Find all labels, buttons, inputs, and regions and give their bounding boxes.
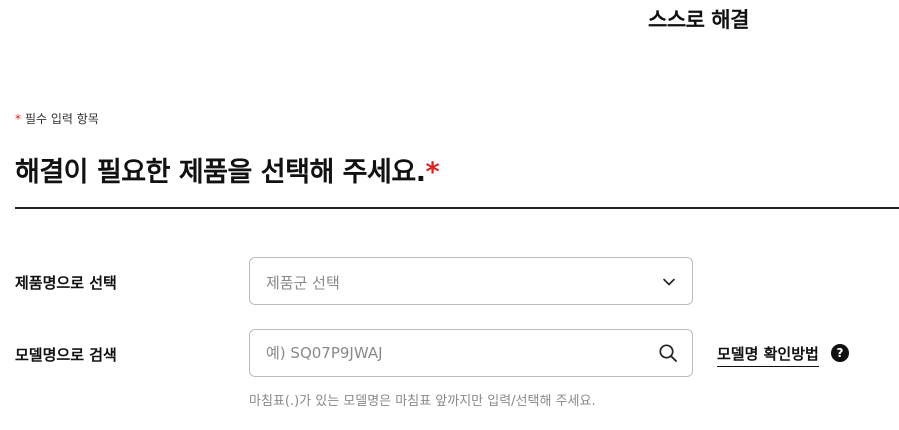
model-search-input[interactable] [250, 330, 692, 376]
page: 스스로 해결 * 필수 입력 항목 해결이 필요한 제품을 선택해 주세요.* 제… [0, 0, 899, 430]
chevron-down-icon [662, 274, 676, 288]
required-field-note: * 필수 입력 항목 [15, 110, 99, 127]
product-category-placeholder: 제품군 선택 [266, 274, 340, 292]
required-note-text: 필수 입력 항목 [25, 112, 99, 126]
product-category-select[interactable]: 제품군 선택 [249, 257, 693, 305]
product-select-label: 제품명으로 선택 [15, 274, 117, 292]
section-title: 해결이 필요한 제품을 선택해 주세요.* [15, 150, 440, 189]
model-name-help-link[interactable]: 모델명 확인방법 [717, 343, 819, 367]
search-icon[interactable] [656, 341, 680, 365]
page-heading: 스스로 해결 [648, 8, 749, 32]
section-title-text: 해결이 필요한 제품을 선택해 주세요. [15, 157, 426, 188]
section-title-required-star: * [425, 157, 440, 188]
model-search-label: 모델명으로 검색 [15, 346, 117, 364]
model-search-field [249, 329, 693, 377]
section-divider [15, 207, 899, 209]
required-star: * [15, 112, 21, 126]
question-circle-icon[interactable]: ? [831, 344, 849, 362]
model-input-hint: 마침표(.)가 있는 모델명은 마침표 앞까지만 입력/선택해 주세요. [249, 394, 596, 409]
